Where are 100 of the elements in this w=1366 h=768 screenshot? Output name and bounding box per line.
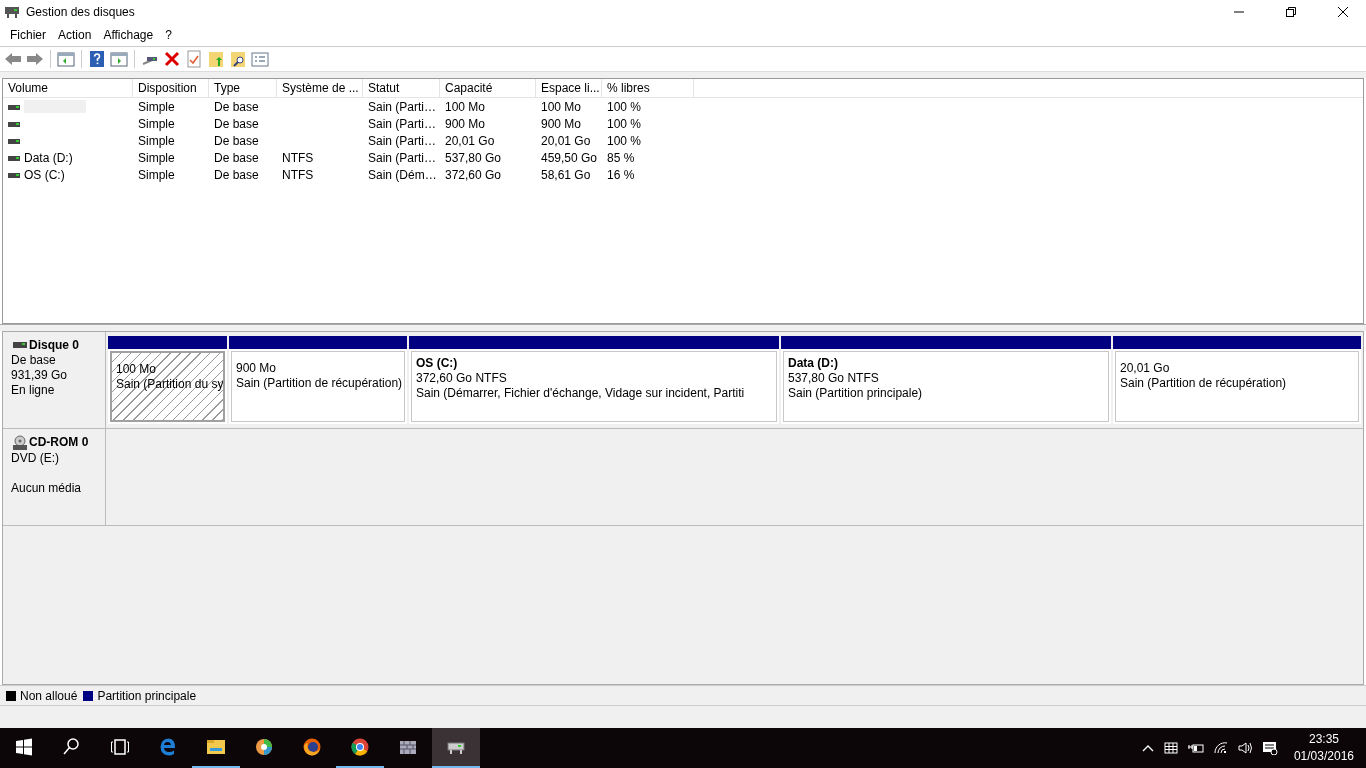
table-cell-text: 100 Mo [444, 99, 487, 114]
disk-drive-icon [11, 341, 27, 350]
drive-icon [8, 137, 20, 144]
menu-item[interactable]: Fichier [4, 27, 52, 42]
table-cell-text: 372,60 Go [444, 167, 503, 182]
drive-icon [8, 120, 20, 127]
table-cell-text: Simple [137, 99, 176, 114]
table-cell-text: 900 Mo [444, 116, 487, 131]
legend-label: Partition principale [97, 688, 197, 703]
table-cell-text: 58,61 Go [540, 167, 592, 182]
disk-info: Aucun média [11, 480, 83, 496]
colorful-circle-icon [254, 737, 274, 757]
menu-item[interactable]: Action [52, 27, 98, 42]
disk-info: DVD (E:) [11, 450, 60, 466]
speaker-icon[interactable] [1237, 742, 1252, 754]
start-icon [14, 737, 34, 757]
table-cell-text: 459,50 Go [540, 150, 599, 165]
disc-drive-icon [11, 434, 27, 451]
table-cell-text: Sain (Parti… [367, 133, 438, 148]
properties-icon[interactable] [185, 49, 203, 68]
browser-icon [158, 737, 178, 757]
menu-item[interactable]: Affichage [97, 27, 160, 42]
help-icon[interactable] [88, 49, 106, 68]
table-cell-text: Sain (Parti… [367, 150, 438, 165]
table-cell-text: 100 % [606, 133, 643, 148]
table-cell-text: De base [213, 167, 260, 182]
drive-icon [8, 171, 20, 178]
table-cell-text: Sain (Parti… [367, 116, 438, 131]
partition-block[interactable]: 20,01 Go Sain (Partition de récupération) [1115, 350, 1359, 422]
partition-status: Sain (Partition de récupération) [236, 375, 400, 391]
partition-status: Sain (Partition principale) [788, 385, 924, 401]
table-cell-text: De base [213, 116, 260, 131]
table-cell-text: Simple [137, 133, 176, 148]
search-icon [62, 737, 82, 757]
column-header[interactable]: % libres [602, 79, 694, 98]
taskbar-button[interactable] [432, 728, 480, 768]
partition-block[interactable]: Data (D:) 537,80 Go NTFS Sain (Partition principale) [783, 350, 1109, 422]
partition-status: Sain (Partition de récupération) [1120, 375, 1288, 391]
column-header[interactable]: Type [209, 79, 277, 98]
column-header[interactable]: Statut [363, 79, 440, 98]
panel-icon[interactable] [110, 49, 128, 68]
partition-size: 537,80 Go NTFS [788, 370, 880, 386]
wifi-icon[interactable] [1213, 742, 1228, 754]
column-header[interactable]: Espace li... [536, 79, 602, 98]
partition-block[interactable]: 100 Mo Sain (Partition du sy [110, 350, 225, 422]
menu-item[interactable]: ? [159, 27, 178, 42]
window-title: Gestion des disques [26, 5, 136, 19]
clock-date: 01/03/2016 [1293, 748, 1354, 765]
table-cell-text: De base [213, 99, 260, 114]
folder-icon [206, 737, 226, 757]
drive-icon [8, 103, 20, 110]
disk-info: De base [11, 352, 57, 368]
clock-time: 23:35 [1308, 731, 1339, 748]
table-cell-text: 100 % [606, 116, 643, 131]
table-cell-text: De base [213, 150, 260, 165]
table-cell-text: 900 Mo [540, 116, 583, 131]
notification-icon[interactable] [1261, 741, 1278, 755]
table-cell-text: Sain (Dém… [367, 167, 438, 182]
close-icon [1338, 7, 1348, 17]
fox-browser-icon [302, 737, 322, 757]
table-cell: OS (C:) [24, 167, 65, 182]
column-header[interactable]: Volume [3, 79, 133, 98]
battery-plug-icon[interactable] [1187, 742, 1204, 754]
disk-info: En ligne [11, 382, 56, 398]
partition-block[interactable]: OS (C:) 372,60 Go NTFS Sain (Démarrer, Fichier d'échange, Vidage sur incident, Partiti [411, 350, 777, 422]
partition-size: 20,01 Go [1120, 360, 1171, 376]
drive-icon [8, 154, 20, 161]
legend-label: Non alloué [20, 688, 78, 703]
table-cell-text: Simple [137, 167, 176, 182]
table-cell-text: De base [213, 133, 260, 148]
partition-block[interactable]: 900 Mo Sain (Partition de récupération) [231, 350, 405, 422]
folder-search-icon[interactable] [229, 49, 247, 68]
chevron-up-icon[interactable] [1141, 744, 1154, 752]
clock[interactable]: 23:35 01/03/2016 [1293, 731, 1354, 765]
panel-icon[interactable] [57, 49, 75, 68]
table-cell-text: 85 % [606, 150, 636, 165]
table-cell-text: Simple [137, 116, 176, 131]
table-cell-text: 16 % [606, 167, 636, 182]
delete-icon[interactable] [163, 49, 181, 68]
table-cell-text: 100 % [606, 99, 643, 114]
table-cell-text: 100 Mo [540, 99, 583, 114]
partition-status: Sain (Démarrer, Fichier d'échange, Vidage sur incident, Partiti [416, 385, 746, 401]
column-header[interactable]: Disposition [133, 79, 209, 98]
chrome-browser-icon [350, 737, 370, 757]
keyboard-icon[interactable] [1163, 742, 1178, 754]
column-header[interactable]: Système de ... [277, 79, 363, 98]
partition-size: 100 Mo [116, 361, 158, 377]
restore-icon [1286, 7, 1296, 17]
partition-title: Data (D:) [788, 355, 839, 371]
disk-info: 931,39 Go [11, 367, 69, 383]
table-cell-text: Simple [137, 150, 176, 165]
column-header[interactable]: Capacité [440, 79, 536, 98]
partition-size: 900 Mo [236, 360, 278, 376]
table-cell-text: NTFS [281, 150, 315, 165]
partition-title: OS (C:) [416, 355, 459, 371]
table-cell-text: 20,01 Go [540, 133, 592, 148]
disk-name: Disque 0 [29, 337, 79, 353]
table-cell-text: NTFS [281, 167, 315, 182]
table-cell-text: Sain (Parti… [367, 99, 438, 114]
disk-name: CD-ROM 0 [29, 435, 89, 451]
